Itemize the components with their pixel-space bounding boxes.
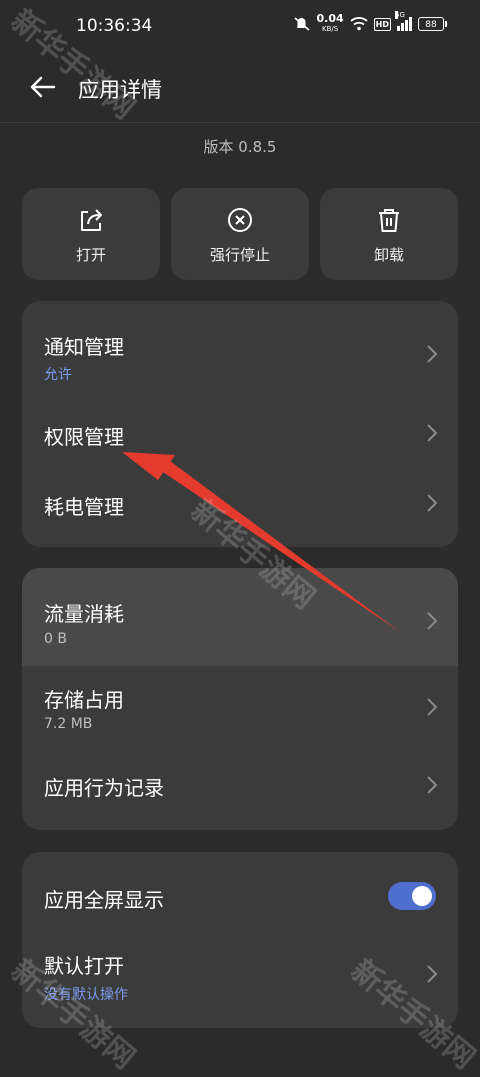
back-arrow-icon[interactable]	[28, 72, 58, 102]
chevron-right-icon	[427, 776, 438, 794]
uninstall-button-label: 卸载	[373, 246, 404, 264]
action-buttons: 打开 强行停止 卸载	[22, 188, 458, 280]
net-speed-unit: KB/S	[321, 25, 339, 33]
status-time: 10:36:34	[76, 16, 153, 36]
force-stop-button[interactable]: 强行停止	[171, 188, 309, 280]
force-stop-button-label: 强行停止	[209, 246, 270, 264]
chevron-right-icon	[427, 965, 438, 983]
open-button[interactable]: 打开	[22, 188, 160, 280]
net-speed-value: 0.04	[316, 12, 344, 25]
chevron-right-icon	[427, 345, 438, 363]
header-divider	[0, 122, 480, 123]
chevron-right-icon	[427, 612, 438, 630]
notification-management-status: 允许	[44, 367, 72, 383]
chevron-right-icon	[427, 494, 438, 512]
trash-icon	[379, 209, 399, 232]
chevron-right-icon	[427, 698, 438, 716]
notification-management-item[interactable]: 通知管理 允许	[22, 301, 458, 399]
data-usage-title: 流量消耗	[44, 602, 124, 626]
notification-management-title: 通知管理	[44, 335, 124, 359]
status-icons: 0.04 KB/S HD 5G 88	[293, 11, 447, 34]
permission-management-title: 权限管理	[44, 425, 124, 449]
usage-card: 流量消耗 0 B 存储占用 7.2 MB 应用行为记录	[22, 568, 458, 830]
storage-usage-value: 7.2 MB	[44, 716, 93, 732]
uninstall-button[interactable]: 卸载	[320, 188, 458, 280]
chevron-right-icon	[427, 424, 438, 442]
fullscreen-display-item[interactable]: 应用全屏显示	[22, 852, 458, 940]
storage-usage-title: 存储占用	[44, 688, 124, 712]
battery-level: 88	[425, 20, 437, 30]
wifi-icon	[350, 17, 368, 31]
net-speed: 0.04 KB/S	[316, 12, 344, 34]
app-behavior-record-item[interactable]: 应用行为记录	[22, 752, 458, 830]
storage-usage-item[interactable]: 存储占用 7.2 MB	[22, 666, 458, 752]
hd-badge: HD	[373, 17, 391, 31]
open-button-label: 打开	[75, 246, 106, 264]
force-stop-icon	[228, 208, 252, 232]
app-version: 版本 0.8.5	[203, 138, 277, 156]
share-open-icon	[81, 209, 102, 231]
app-behavior-record-title: 应用行为记录	[44, 776, 164, 800]
data-usage-item[interactable]: 流量消耗 0 B	[22, 568, 458, 666]
mute-icon	[293, 17, 310, 31]
battery-icon: 88	[418, 17, 447, 31]
toggle-knob	[412, 886, 432, 906]
data-usage-value: 0 B	[44, 631, 67, 647]
fullscreen-display-title: 应用全屏显示	[44, 888, 164, 912]
permission-management-item[interactable]: 权限管理	[22, 399, 458, 469]
network-type: 5G	[395, 11, 405, 19]
fullscreen-display-toggle[interactable]	[388, 882, 436, 910]
signal-icon: 5G	[395, 11, 412, 31]
battery-management-title: 耗电管理	[44, 495, 124, 519]
